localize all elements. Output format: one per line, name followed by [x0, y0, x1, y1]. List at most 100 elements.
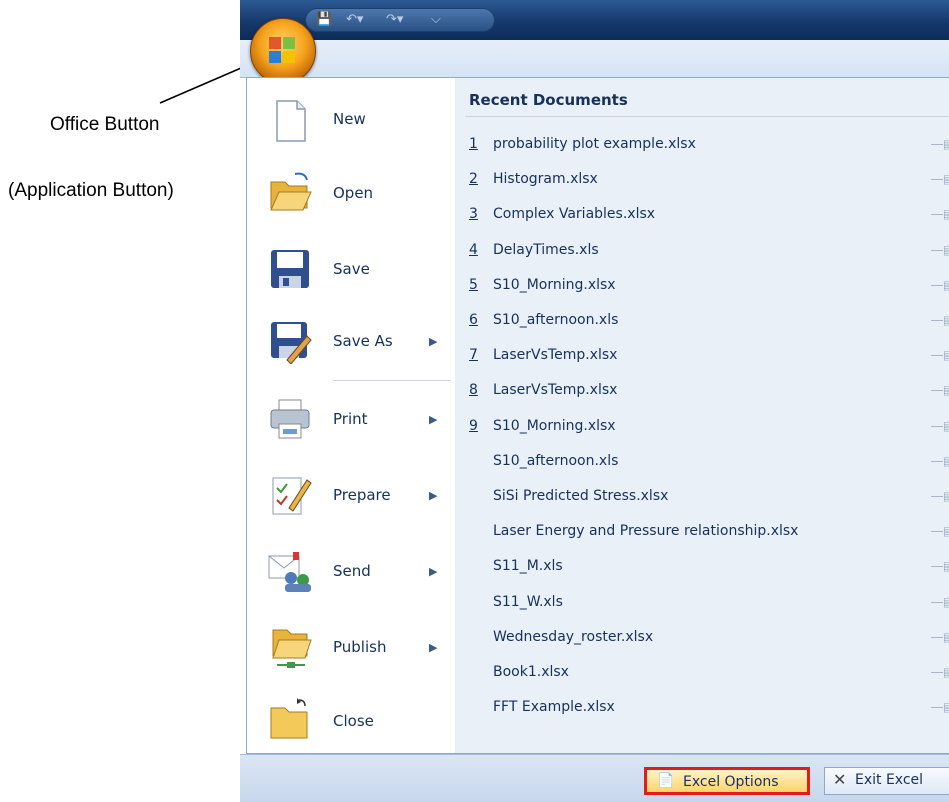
pin-icon[interactable]: ―▤ [931, 137, 949, 151]
recent-document-name: LaserVsTemp.xlsx [493, 382, 618, 399]
pin-icon[interactable]: ―▤ [931, 595, 949, 609]
submenu-arrow-icon: ▶ [429, 335, 438, 348]
office-menu: New Open Save Save As ▶ Print ▶ Prepare … [246, 77, 949, 754]
customize-icon[interactable]: ⌵ [431, 12, 441, 27]
pin-icon[interactable]: ―▤ [931, 489, 949, 503]
prepare-icon [272, 477, 312, 515]
excel-options-label: Excel Options [683, 774, 779, 790]
recent-document-number: 6 [469, 312, 478, 328]
recent-document-name: S10_Morning.xlsx [493, 276, 616, 293]
recent-document-number: 8 [469, 382, 478, 399]
recent-document-item[interactable]: SiSi Predicted Stress.xlsx ―▤ [455, 480, 949, 512]
menu-prepare-label: Prepare [333, 486, 391, 504]
menu-print-label: Print [333, 410, 368, 428]
menu-close[interactable]: Close [247, 684, 455, 754]
menu-send[interactable]: Send ▶ [247, 536, 455, 606]
excel-options-button[interactable]: 📄 Excel Options [644, 767, 810, 795]
send-icon [268, 552, 311, 592]
recent-document-item[interactable]: 7 LaserVsTemp.xlsx ―▤ [455, 339, 949, 371]
menu-footer: 📄 Excel Options ✕ Exit Excel [240, 754, 949, 802]
recent-document-item[interactable]: Laser Energy and Pressure relationship.x… [455, 515, 949, 547]
menu-separator [333, 380, 451, 381]
recent-document-item[interactable]: Book1.xlsx ―▤ [455, 656, 949, 688]
menu-print[interactable]: Print ▶ [247, 384, 455, 454]
recent-document-item[interactable]: 9 S10_Morning.xlsx ―▤ [455, 410, 949, 442]
recent-document-name: FFT Example.xlsx [493, 699, 615, 716]
recent-documents-pane: Recent Documents 1 probability plot examp… [455, 78, 949, 753]
recent-document-item[interactable]: 6 S10_afternoon.xls ―▤ [455, 304, 949, 336]
recent-document-item[interactable]: S11_W.xls ―▤ [455, 586, 949, 618]
office-logo-icon [269, 37, 295, 63]
pin-icon[interactable]: ―▤ [931, 278, 949, 292]
exit-excel-label: Exit Excel [855, 772, 924, 788]
recent-document-name: Complex Variables.xlsx [493, 206, 656, 223]
close-folder-icon [270, 698, 308, 739]
submenu-arrow-icon: ▶ [429, 413, 438, 426]
pin-icon[interactable]: ―▤ [931, 348, 949, 362]
pin-icon[interactable]: ―▤ [931, 207, 949, 221]
commands-pane: New Open Save Save As ▶ Print ▶ Prepare … [247, 78, 456, 753]
pin-icon[interactable]: ―▤ [931, 243, 949, 257]
recent-document-item[interactable]: 8 LaserVsTemp.xlsx ―▤ [455, 374, 949, 406]
submenu-arrow-icon: ▶ [429, 565, 438, 578]
title-bar: 💾 ↶▾ ↷▾ ⌵ [240, 0, 949, 40]
pin-icon[interactable]: ―▤ [931, 172, 949, 186]
open-folder-icon [270, 172, 312, 211]
recent-document-number: 1 [469, 136, 478, 152]
submenu-arrow-icon: ▶ [429, 641, 438, 654]
recent-document-name: Laser Energy and Pressure relationship.x… [493, 523, 799, 540]
recent-document-name: Wednesday_roster.xlsx [493, 628, 654, 645]
pin-icon[interactable]: ―▤ [931, 630, 949, 644]
office-button[interactable] [250, 18, 316, 84]
options-icon: 📄 [657, 773, 675, 789]
pin-icon[interactable]: ―▤ [931, 559, 949, 573]
recent-document-number: 7 [469, 347, 478, 364]
menu-publish-label: Publish [333, 638, 387, 656]
menu-prepare[interactable]: Prepare ▶ [247, 460, 455, 530]
pin-icon[interactable]: ―▤ [931, 383, 949, 397]
recent-document-item[interactable]: 3 Complex Variables.xlsx ―▤ [455, 198, 949, 230]
menu-save-as[interactable]: Save As ▶ [247, 306, 455, 376]
recent-document-name: DelayTimes.xls [493, 241, 599, 258]
recent-document-number: 2 [469, 171, 478, 188]
recent-document-item[interactable]: S10_afternoon.xls ―▤ [455, 445, 949, 477]
menu-open[interactable]: Open [247, 158, 455, 228]
recent-document-name: LaserVsTemp.xlsx [493, 347, 618, 364]
recent-document-name: S10_Morning.xlsx [493, 417, 616, 434]
undo-icon[interactable]: ↶▾ [346, 12, 363, 27]
menu-save[interactable]: Save [247, 234, 455, 304]
save-icon[interactable]: 💾 [316, 12, 332, 27]
new-document-icon [276, 100, 306, 142]
pin-icon[interactable]: ―▤ [931, 700, 949, 714]
recent-document-number: 5 [469, 276, 478, 293]
menu-publish[interactable]: Publish ▶ [247, 612, 455, 682]
recent-documents-title: Recent Documents [469, 91, 628, 109]
recent-document-name: S10_afternoon.xls [493, 452, 619, 469]
recent-document-item[interactable]: 1 probability plot example.xlsx ―▤ [455, 128, 949, 160]
exit-excel-button[interactable]: ✕ Exit Excel [824, 767, 949, 795]
recent-document-item[interactable]: Wednesday_roster.xlsx ―▤ [455, 621, 949, 653]
menu-new[interactable]: New [247, 86, 455, 156]
recent-document-number: 4 [469, 241, 478, 258]
pin-icon[interactable]: ―▤ [931, 419, 949, 433]
pin-icon[interactable]: ―▤ [931, 665, 949, 679]
submenu-arrow-icon: ▶ [429, 489, 438, 502]
recent-document-name: SiSi Predicted Stress.xlsx [493, 488, 669, 504]
pin-icon[interactable]: ―▤ [931, 454, 949, 468]
recent-document-number: 3 [469, 206, 478, 223]
recent-document-item[interactable]: 5 S10_Morning.xlsx ―▤ [455, 269, 949, 301]
recent-documents-divider [465, 116, 949, 117]
recent-document-name: S11_M.xls [493, 558, 563, 575]
pin-icon[interactable]: ―▤ [931, 313, 949, 327]
redo-icon[interactable]: ↷▾ [386, 12, 403, 27]
recent-document-item[interactable]: 2 Histogram.xlsx ―▤ [455, 163, 949, 195]
recent-document-number: 9 [469, 417, 478, 434]
save-as-icon [271, 322, 312, 364]
excel-window: 💾 ↶▾ ↷▾ ⌵ New Open Save Save As ▶ Print … [240, 0, 949, 802]
recent-document-name: Book1.xlsx [493, 664, 569, 680]
pin-icon[interactable]: ―▤ [931, 524, 949, 538]
recent-document-item[interactable]: FFT Example.xlsx ―▤ [455, 691, 949, 723]
recent-document-item[interactable]: S11_M.xls ―▤ [455, 550, 949, 582]
recent-document-name: probability plot example.xlsx [493, 136, 696, 152]
recent-document-item[interactable]: 4 DelayTimes.xls ―▤ [455, 234, 949, 266]
